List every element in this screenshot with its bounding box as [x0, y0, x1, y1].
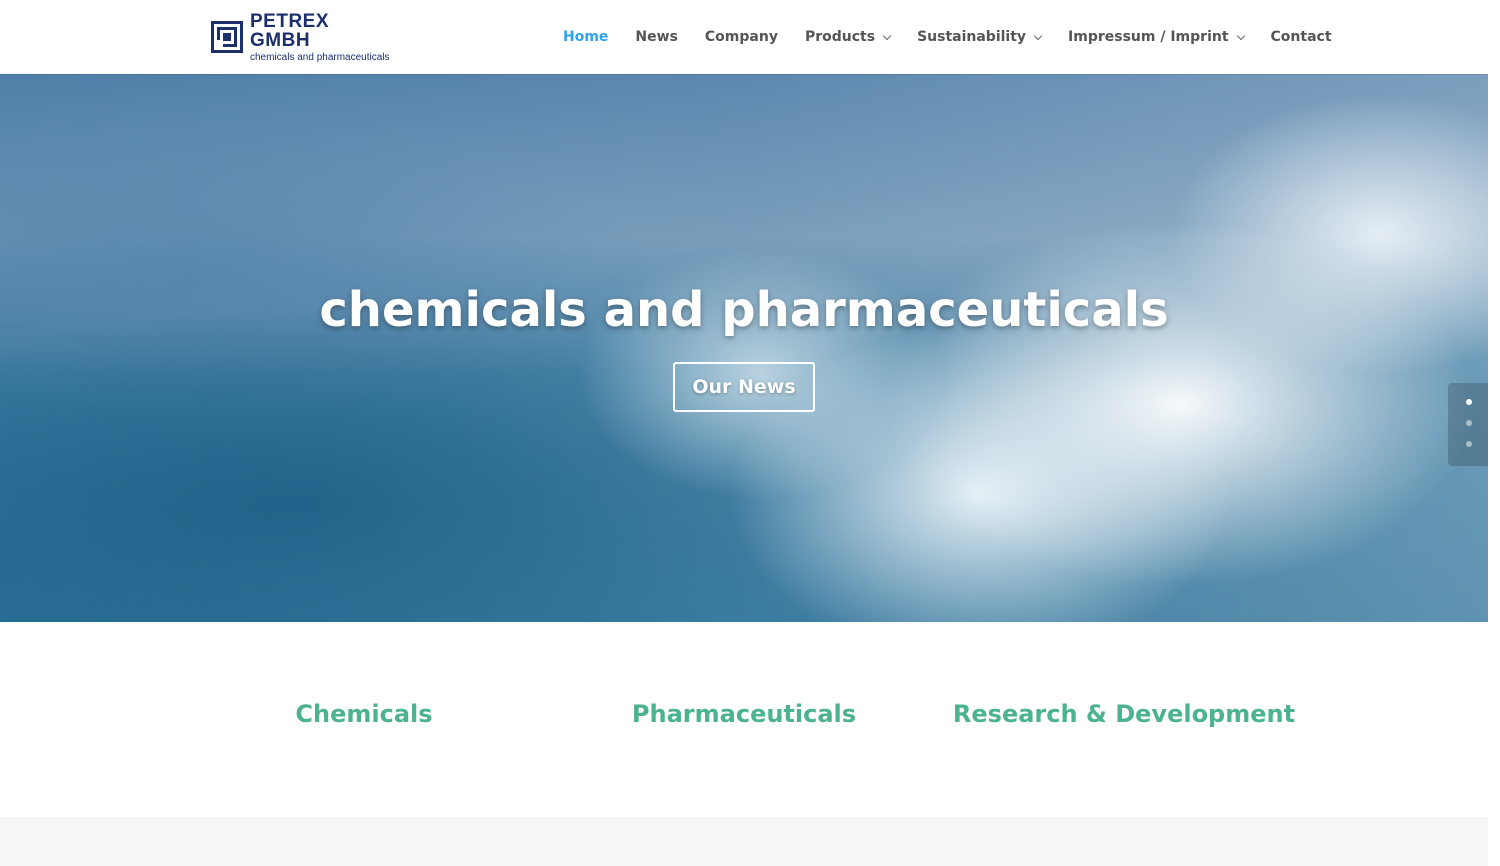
site-logo[interactable]: PETREX GMBH chemicals and pharmaceutical… [210, 12, 390, 62]
nav-label: News [635, 29, 678, 45]
services-section: Chemicals Pharmaceuticals Research & Dev… [0, 622, 1488, 817]
brand-tagline: chemicals and pharmaceuticals [250, 51, 390, 63]
slide-dot-3[interactable] [1466, 441, 1472, 447]
page-scrollbar[interactable] [1488, 0, 1500, 866]
nav-item-products[interactable]: Products [804, 29, 892, 45]
logo-text: PETREX GMBH chemicals and pharmaceutical… [250, 12, 390, 63]
site-header: PETREX GMBH chemicals and pharmaceutical… [0, 0, 1488, 74]
service-pharmaceuticals[interactable]: Pharmaceuticals [632, 700, 856, 728]
service-research-development[interactable]: Research & Development [953, 700, 1295, 728]
nav-item-news[interactable]: News [635, 29, 677, 45]
slider-pagination [1448, 383, 1488, 466]
hero-slider: chemicals and pharmaceuticals Our News [0, 74, 1488, 622]
main-nav: Home News Company Products Sustainabilit… [563, 27, 1332, 47]
slide-dot-1[interactable] [1466, 399, 1472, 405]
nav-item-sustainability[interactable]: Sustainability [917, 29, 1043, 45]
nav-label: Sustainability [917, 29, 1027, 45]
chevron-down-icon [1236, 31, 1245, 40]
brand-name: PETREX GMBH [250, 10, 330, 51]
nav-label: Company [704, 29, 778, 45]
service-chemicals[interactable]: Chemicals [295, 700, 432, 728]
hero-background-image [0, 74, 1488, 622]
hero-title: chemicals and pharmaceuticals [319, 282, 1169, 338]
slide-dot-2[interactable] [1466, 420, 1472, 426]
nav-item-company[interactable]: Company [705, 29, 778, 45]
nav-label: Contact [1270, 29, 1332, 45]
chevron-down-icon [882, 31, 892, 40]
nav-item-contact[interactable]: Contact [1271, 29, 1332, 45]
nav-item-imprint[interactable]: Impressum / Imprint [1068, 29, 1245, 45]
chevron-down-icon [1033, 31, 1043, 40]
petrex-logo-icon [211, 21, 243, 53]
our-news-button[interactable]: Our News [673, 362, 815, 412]
nav-label: Products [804, 29, 876, 45]
nav-item-home[interactable]: Home [563, 29, 608, 45]
next-section-band [0, 817, 1488, 866]
nav-label: Impressum / Imprint [1068, 29, 1229, 45]
nav-label: Home [563, 29, 609, 45]
